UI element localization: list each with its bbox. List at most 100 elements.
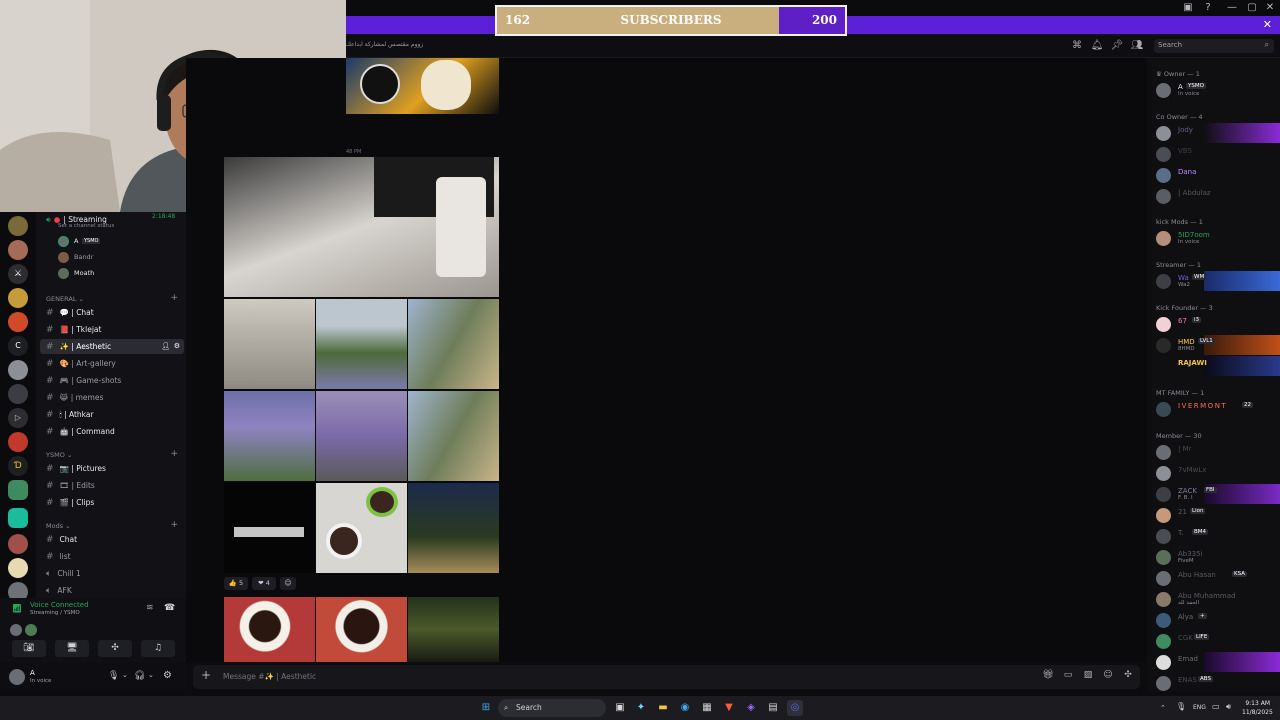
channel-command[interactable]: # 🤖 | Command xyxy=(40,424,184,439)
member-item[interactable]: HMD LVL1 8HMD xyxy=(1148,335,1280,355)
reaction[interactable]: ❤ 4 xyxy=(252,577,276,590)
server-icon[interactable] xyxy=(8,534,28,554)
gear-icon[interactable]: ⚙ xyxy=(163,670,172,681)
member-item[interactable]: RAJAWI xyxy=(1148,356,1280,376)
member-item[interactable]: ENAS ABS xyxy=(1148,673,1280,692)
member-item[interactable]: ZACK FBI F. B. I xyxy=(1148,484,1280,504)
store-icon[interactable]: ▦ xyxy=(699,700,715,716)
member-item[interactable]: 5ID7oom In voice xyxy=(1148,228,1280,248)
headphones-icon[interactable]: 🎧︎ xyxy=(134,671,145,681)
gear-icon[interactable]: ⚙ xyxy=(174,339,180,354)
category-mods[interactable]: Mods ⌄ xyxy=(46,522,71,530)
member-item[interactable]: Abu Muhammad الحمد لله xyxy=(1148,589,1280,609)
image-attachment[interactable] xyxy=(224,483,315,573)
voice-user[interactable]: Moath xyxy=(58,267,178,281)
image-attachment[interactable] xyxy=(408,597,499,662)
image-attachment[interactable] xyxy=(408,299,499,389)
image-attachment[interactable] xyxy=(224,391,315,481)
discord-icon[interactable]: ◎ xyxy=(787,700,803,716)
channel-clips[interactable]: # 🎬 | Clips xyxy=(40,495,184,510)
inbox-icon[interactable]: ▣ xyxy=(1178,1,1198,15)
copilot-icon[interactable]: ✦ xyxy=(633,700,649,716)
channel-chat[interactable]: # 💬 | Chat xyxy=(40,305,184,320)
brave-icon[interactable]: ▼ xyxy=(721,700,737,716)
close-window-button[interactable]: ✕ xyxy=(1260,1,1280,15)
image-attachment[interactable] xyxy=(316,391,407,481)
member-item[interactable]: A YSMO In voice xyxy=(1148,80,1280,100)
message-composer[interactable]: + Message #✨ | Aesthetic 🎁︎ ▭ ▨ ☺ ✣ xyxy=(193,665,1140,689)
member-item[interactable]: Jody xyxy=(1148,123,1280,143)
image-attachment[interactable] xyxy=(316,299,407,389)
avatar[interactable] xyxy=(9,669,25,685)
channel-edits[interactable]: # 🎞 | Edits xyxy=(40,478,184,493)
member-item[interactable]: Wa WM Wa2 xyxy=(1148,271,1280,291)
server-icon[interactable] xyxy=(8,558,28,578)
member-item[interactable]: | Mr xyxy=(1148,442,1280,462)
channel-pictures[interactable]: # 📷 | Pictures xyxy=(40,461,184,476)
clock-time[interactable]: 9:13 AM xyxy=(1242,700,1270,707)
start-icon[interactable]: ⊞ xyxy=(478,700,494,716)
voice-channel-chill[interactable]: 🔈︎ Chill 1 xyxy=(40,566,184,581)
members-icon[interactable]: 👥︎ xyxy=(1130,40,1144,51)
maximize-button[interactable]: ▢ xyxy=(1242,1,1262,15)
channel-game-shots[interactable]: # 🎮 | Game-shots xyxy=(40,373,184,388)
signal-icon[interactable]: 📶︎ xyxy=(12,604,22,613)
image-attachment[interactable] xyxy=(224,597,315,662)
gif-icon[interactable]: ▭ xyxy=(1061,670,1075,680)
file-explorer-icon[interactable]: ▬ xyxy=(655,700,671,716)
noise-suppression-icon[interactable]: ≋ xyxy=(146,603,154,613)
server-icon[interactable]: ⚔ xyxy=(8,264,28,284)
server-icon[interactable] xyxy=(8,360,28,380)
language-indicator[interactable]: ENG xyxy=(1193,704,1206,711)
invite-icon[interactable]: 👤︎ xyxy=(161,339,170,354)
member-item[interactable]: 21 Lion xyxy=(1148,505,1280,525)
server-icon[interactable] xyxy=(8,288,28,308)
chevron-down-icon[interactable]: ⌄ xyxy=(148,671,154,679)
channel-aesthetic[interactable]: # ✨ | Aesthetic 👤︎ ⚙ xyxy=(40,339,184,354)
activities-button[interactable]: ✣ xyxy=(98,640,132,657)
member-item[interactable]: Ab335i FiveM xyxy=(1148,547,1280,567)
help-icon[interactable]: ? xyxy=(1198,1,1218,15)
channel-status-prompt[interactable]: Set a channel status xyxy=(58,223,114,229)
channel-art-gallery[interactable]: # 🎨 | Art-gallery xyxy=(40,356,184,371)
chevron-down-icon[interactable]: ⌄ xyxy=(122,671,128,679)
volume-icon[interactable]: 🔊︎ xyxy=(1226,702,1231,712)
image-attachment[interactable] xyxy=(408,391,499,481)
apps-icon[interactable]: ✣ xyxy=(1121,670,1135,680)
member-item[interactable]: Abu Hasan KSA xyxy=(1148,568,1280,588)
member-item[interactable]: Alya + xyxy=(1148,610,1280,630)
gift-icon[interactable]: 🎁︎ xyxy=(1041,670,1055,680)
channel-memes[interactable]: # 😹 | memes xyxy=(40,390,184,405)
taskbar-search[interactable]: ⌕ Search xyxy=(498,699,606,717)
pin-icon[interactable]: 📌︎ xyxy=(1110,40,1124,51)
add-channel-icon[interactable]: + xyxy=(170,293,178,303)
channel-list[interactable]: # list xyxy=(40,549,184,564)
sticker-icon[interactable]: ▨ xyxy=(1081,670,1095,680)
server-folder-icon[interactable] xyxy=(8,508,28,528)
server-icon[interactable] xyxy=(8,432,28,452)
threads-icon[interactable]: ⌘ xyxy=(1070,40,1084,51)
message-input[interactable]: Message #✨ | Aesthetic xyxy=(223,672,316,681)
server-folder-icon[interactable] xyxy=(8,480,28,500)
member-item[interactable]: 7vMwLx xyxy=(1148,463,1280,483)
bell-icon[interactable]: 🔔︎ xyxy=(1090,40,1104,51)
clock-date[interactable]: 11/8/2025 xyxy=(1242,709,1273,716)
member-item[interactable]: VBS xyxy=(1148,144,1280,164)
member-item[interactable]: T. BM4 xyxy=(1148,526,1280,546)
add-attachment-icon[interactable]: + xyxy=(199,668,213,682)
member-item[interactable]: 67 i3 xyxy=(1148,314,1280,334)
image-attachment[interactable] xyxy=(316,483,407,573)
disconnect-icon[interactable]: ☎ xyxy=(164,603,175,613)
close-banner-icon[interactable]: ✕ xyxy=(1263,18,1272,31)
screen-share-button[interactable]: 🖥︎ xyxy=(55,640,89,657)
member-item[interactable]: Emad xyxy=(1148,652,1280,672)
server-icon[interactable]: C xyxy=(8,336,28,356)
image-attachment[interactable] xyxy=(408,483,499,573)
category-ysmo[interactable]: YSMO ⌄ xyxy=(46,451,72,459)
microphone-icon[interactable]: 🎙︎ xyxy=(1176,702,1186,711)
reaction[interactable]: 👍 5 xyxy=(224,577,248,590)
voice-channel-afk[interactable]: 🔈︎ AFK xyxy=(40,583,184,598)
image-attachment[interactable] xyxy=(346,58,499,114)
soundboard-button[interactable]: ♫ xyxy=(141,640,175,657)
server-icon[interactable] xyxy=(8,384,28,404)
